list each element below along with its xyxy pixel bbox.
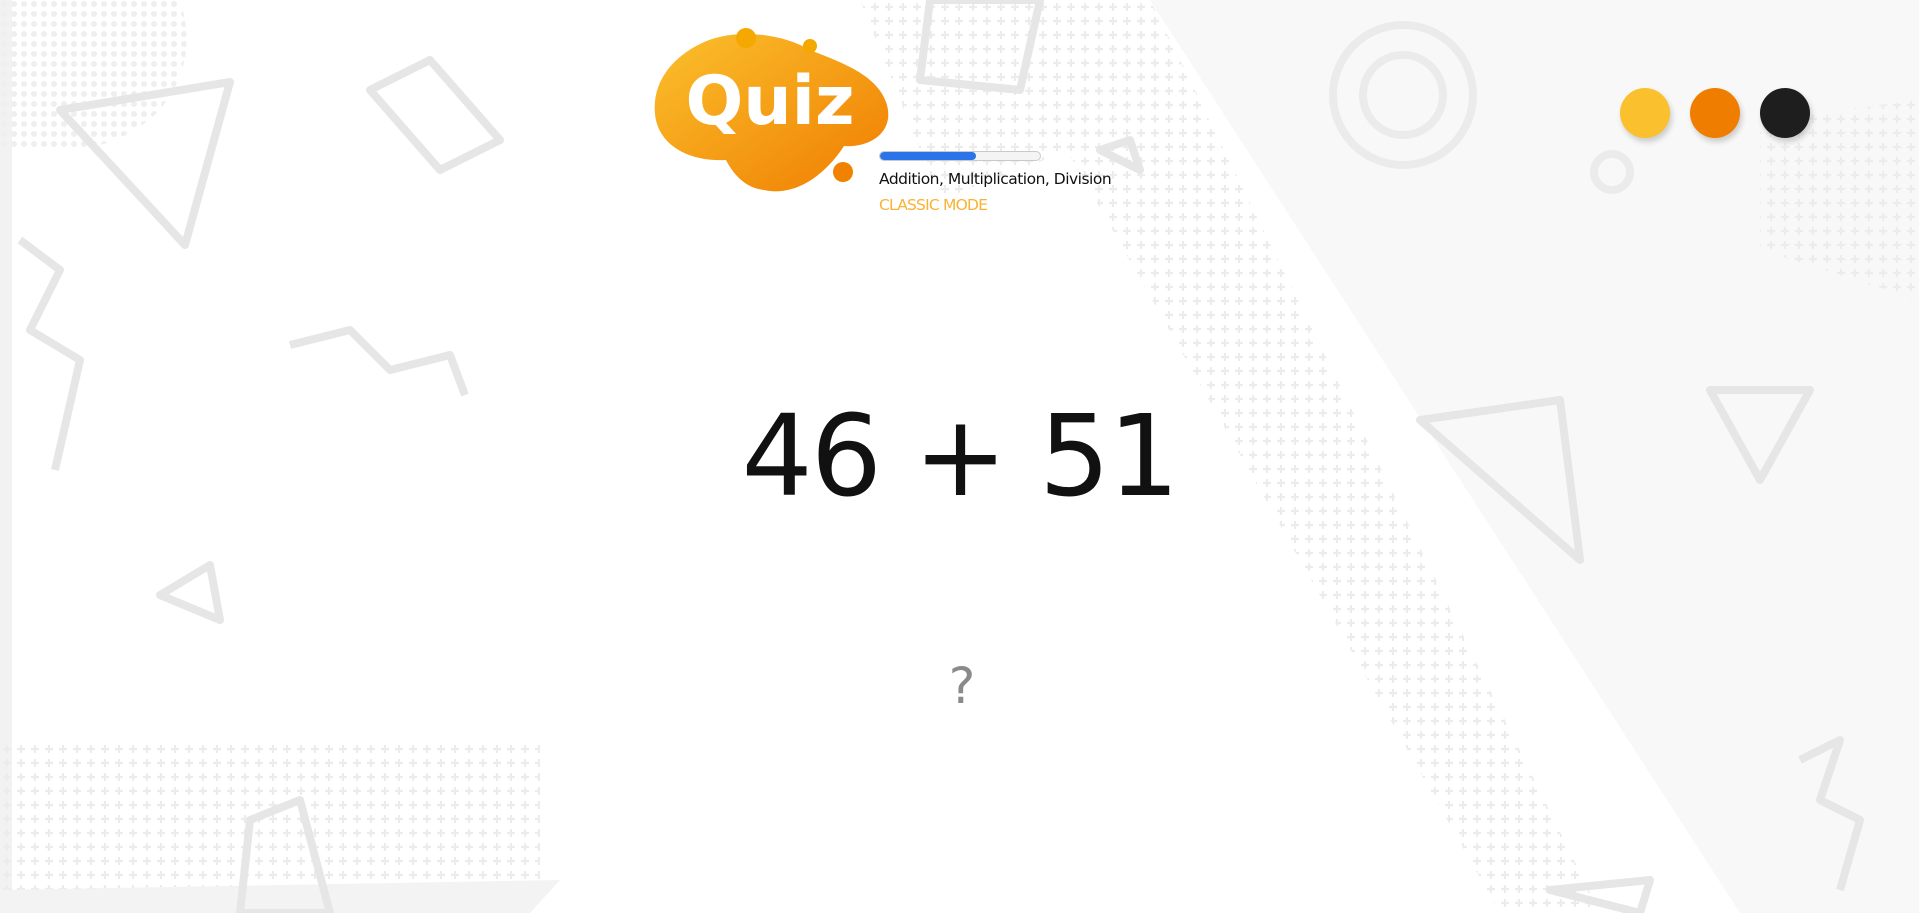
quiz-progress-fill <box>880 152 976 160</box>
theme-yellow-button[interactable] <box>1620 88 1670 138</box>
math-question: 46 + 51 <box>741 392 1179 522</box>
theme-color-picker <box>1620 88 1810 138</box>
logo-text: Quiz <box>685 62 854 141</box>
answer-input[interactable] <box>860 650 1064 722</box>
quiz-operations-subtitle: Addition, Multiplication, Division <box>879 170 1112 188</box>
theme-black-button[interactable] <box>1760 88 1810 138</box>
game-mode-label: CLASSIC MODE <box>879 196 988 214</box>
quiz-logo: Quiz <box>654 28 889 192</box>
theme-orange-button[interactable] <box>1690 88 1740 138</box>
quiz-progress-bar <box>879 151 1041 161</box>
